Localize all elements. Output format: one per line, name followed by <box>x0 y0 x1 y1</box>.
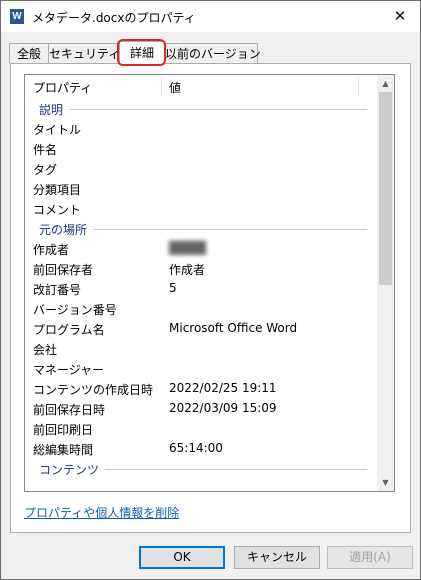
properties-list[interactable]: プロパティ 値 説明 タイトル 件名 タグ 分類項目 コメント 元の場所 作成者… <box>24 74 395 492</box>
properties-dialog: W メタデータ.docxのプロパティ ✕ 全般 セキュリティ 詳細 以前のバージ… <box>0 0 421 580</box>
details-panel: プロパティ 値 説明 タイトル 件名 タグ 分類項目 コメント 元の場所 作成者… <box>10 63 411 533</box>
list-item[interactable]: 改訂番号 5 <box>25 279 377 299</box>
property-name: プログラム名 <box>33 323 105 337</box>
group-description[interactable]: 説明 <box>25 99 377 119</box>
list-item[interactable]: バージョン番号 <box>25 299 377 319</box>
group-label: 元の場所 <box>39 221 94 238</box>
list-item[interactable]: 作成者 ████ <box>25 239 377 259</box>
property-value: Microsoft Office Word <box>169 321 298 335</box>
list-item[interactable]: タイトル <box>25 119 377 139</box>
ok-button[interactable]: OK <box>139 546 225 569</box>
property-value: 作成者 <box>169 263 206 277</box>
apply-button[interactable]: 適用(A) <box>327 546 413 569</box>
close-button[interactable]: ✕ <box>380 1 420 32</box>
cancel-button[interactable]: キャンセル <box>234 546 320 569</box>
list-item[interactable]: 前回印刷日 <box>25 419 377 439</box>
author-value-redacted: ████ <box>169 241 206 255</box>
property-value: 2022/03/09 15:09 <box>169 401 277 415</box>
scroll-up-arrow-icon[interactable]: ▲ <box>377 75 394 92</box>
window-title: メタデータ.docxのプロパティ <box>32 11 196 25</box>
property-name: コンテンツの作成日時 <box>33 383 154 397</box>
list-item[interactable]: 前回保存日時 2022/03/09 15:09 <box>25 399 377 419</box>
column-divider[interactable] <box>358 77 359 96</box>
property-name: タイトル <box>33 123 82 137</box>
property-name: マネージャー <box>33 363 105 377</box>
group-label: 説明 <box>39 101 70 118</box>
list-rows: 説明 タイトル 件名 タグ 分類項目 コメント 元の場所 作成者 ████ 前回保… <box>25 99 377 479</box>
list-item[interactable]: 総編集時間 65:14:00 <box>25 439 377 459</box>
property-name: 分類項目 <box>33 183 82 197</box>
list-header: プロパティ 値 <box>25 75 377 99</box>
property-name: 総編集時間 <box>33 443 94 457</box>
property-value: 65:14:00 <box>169 441 223 455</box>
property-name: 作成者 <box>33 243 70 257</box>
property-name: コメント <box>33 203 82 217</box>
list-item[interactable]: タグ <box>25 159 377 179</box>
column-header-value[interactable]: 値 <box>169 79 181 96</box>
tab-details[interactable]: 詳細 <box>119 41 165 65</box>
scroll-thumb[interactable] <box>379 92 392 285</box>
list-item[interactable]: コメント <box>25 199 377 219</box>
property-name: バージョン番号 <box>33 303 117 317</box>
property-name: 前回保存者 <box>33 263 94 277</box>
list-item[interactable]: コンテンツの作成日時 2022/02/25 19:11 <box>25 379 377 399</box>
list-item[interactable]: 件名 <box>25 139 377 159</box>
property-name: 前回印刷日 <box>33 423 94 437</box>
property-name: 件名 <box>33 143 58 157</box>
list-item[interactable]: プログラム名 Microsoft Office Word <box>25 319 377 339</box>
group-divider-line <box>39 109 367 110</box>
column-divider[interactable] <box>161 77 162 96</box>
property-value: 5 <box>169 281 177 295</box>
property-name: 改訂番号 <box>33 283 82 297</box>
scroll-down-arrow-icon[interactable]: ▼ <box>377 474 394 491</box>
group-origin[interactable]: 元の場所 <box>25 219 377 239</box>
property-value: 2022/02/25 19:11 <box>169 381 277 395</box>
title-bar: W メタデータ.docxのプロパティ ✕ <box>1 1 420 32</box>
list-item[interactable]: 分類項目 <box>25 179 377 199</box>
vertical-scrollbar[interactable]: ▲ ▼ <box>377 75 394 491</box>
word-document-icon: W <box>10 9 24 24</box>
remove-properties-link[interactable]: プロパティや個人情報を削除 <box>24 504 179 521</box>
column-header-property[interactable]: プロパティ <box>33 79 92 96</box>
tab-general[interactable]: 全般 <box>9 43 49 63</box>
list-item[interactable]: マネージャー <box>25 359 377 379</box>
tab-previous-versions[interactable]: 以前のバージョン <box>164 43 261 63</box>
list-item[interactable]: 前回保存者 作成者 <box>25 259 377 279</box>
tab-security[interactable]: セキュリティ <box>48 43 120 63</box>
list-item[interactable]: 会社 <box>25 339 377 359</box>
group-label: コンテンツ <box>39 461 106 478</box>
property-name: 前回保存日時 <box>33 403 106 417</box>
property-name: タグ <box>33 163 58 177</box>
group-content[interactable]: コンテンツ <box>25 459 377 479</box>
property-name: 会社 <box>33 343 58 357</box>
